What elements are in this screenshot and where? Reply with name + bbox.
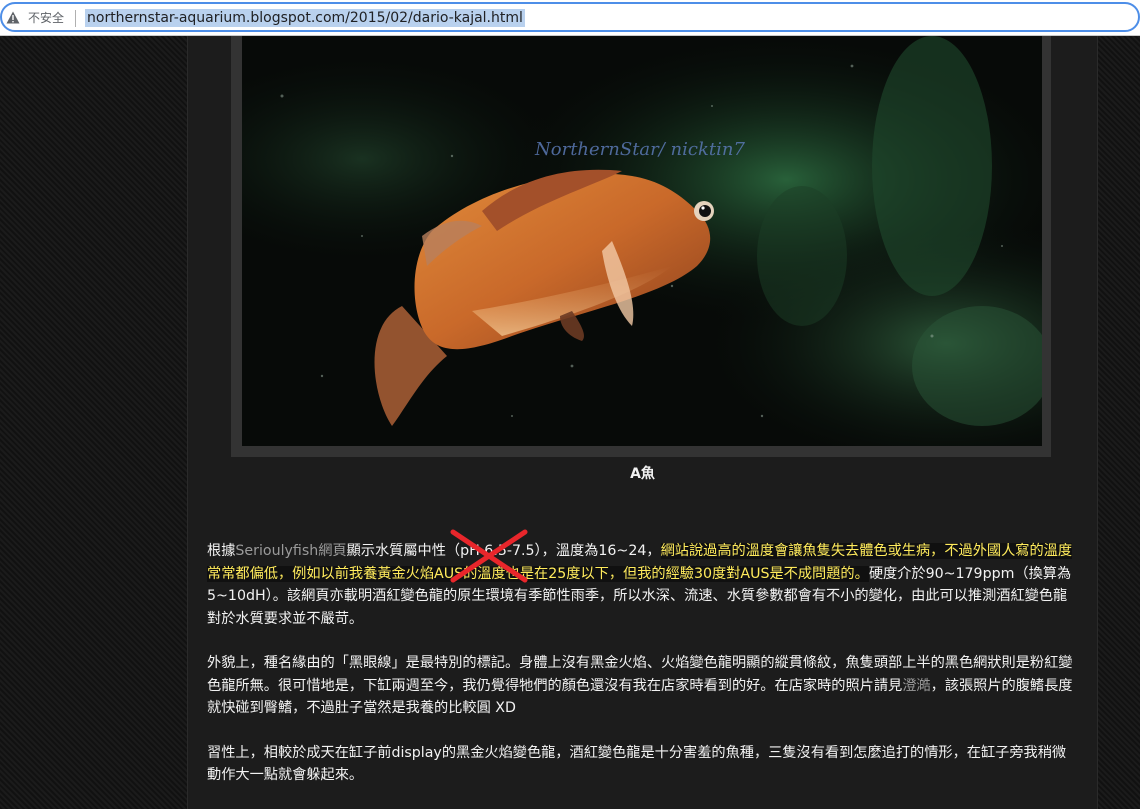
fish-photo[interactable]: NorthernStar/ nicktin7 bbox=[242, 36, 1042, 446]
store-photo-link[interactable]: 澄澔 bbox=[902, 678, 930, 694]
article-body: 根據Serioulyfish網頁顯示水質屬中性（pH 6.5-7.5），溫度為1… bbox=[207, 540, 1077, 809]
paragraph-water-quality: 根據Serioulyfish網頁顯示水質屬中性（pH 6.5-7.5），溫度為1… bbox=[207, 540, 1077, 630]
address-bar[interactable]: 不安全 northernstar-aquarium.blogspot.com/2… bbox=[0, 2, 1140, 32]
paragraph-appearance: 外貌上，種名緣由的「黑眼線」是最特別的標記。身體上沒有黑金火焰、火焰變色龍明顯的… bbox=[207, 652, 1077, 720]
photo-caption: A魚 bbox=[630, 466, 655, 482]
page-background-left bbox=[0, 36, 187, 809]
red-x-mark bbox=[450, 529, 528, 583]
url-text[interactable]: northernstar-aquarium.blogspot.com/2015/… bbox=[85, 9, 525, 27]
paragraph-behavior: 習性上，相較於成天在缸子前display的黑金火焰變色龍，酒紅變色龍是十分害羞的… bbox=[207, 742, 1077, 787]
fish-photo-image bbox=[242, 36, 1042, 446]
page-background-right bbox=[1098, 36, 1140, 809]
paragraph-text: 習性上，相較於成天在缸子前display的黑金火焰變色龍，酒紅變色龍是十分害羞的… bbox=[207, 744, 1067, 784]
photo-watermark: NorthernStar/ nicktin7 bbox=[535, 139, 745, 160]
paragraph-text: 根據 bbox=[207, 543, 236, 559]
security-status-label[interactable]: 不安全 bbox=[28, 10, 64, 26]
url-divider bbox=[75, 10, 76, 27]
warning-icon[interactable] bbox=[6, 11, 20, 24]
seriouslyfish-link[interactable]: Serioulyfish網頁 bbox=[235, 543, 346, 559]
browser-toolbar: 不安全 northernstar-aquarium.blogspot.com/2… bbox=[0, 0, 1140, 36]
